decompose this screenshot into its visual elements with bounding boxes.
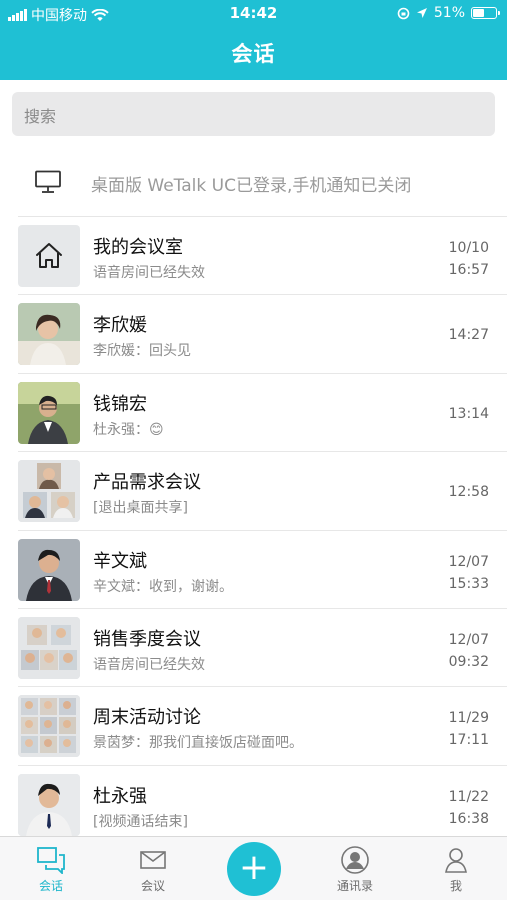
tab-label: 会议 — [140, 879, 165, 893]
conversation-time: 11/22 16:38 — [448, 788, 489, 827]
location-icon — [416, 8, 427, 18]
conversation-name: 产品需求会议 — [93, 472, 201, 494]
conversation-time: 14:27 — [448, 327, 489, 344]
tab-meetings[interactable]: 会议 — [118, 843, 188, 894]
status-bar: 中国移动 14:42 51% — [0, 0, 507, 28]
conversation-row[interactable]: 我的会议室 语音房间已经失效 10/10 16:57 — [18, 217, 507, 296]
group-avatar — [18, 695, 80, 758]
home-icon — [36, 243, 62, 268]
avatar — [18, 381, 80, 444]
conversation-row[interactable]: 产品需求会议 [退出桌面共享] 12:58 — [18, 452, 507, 531]
conversation-preview: 景茵梦：那我们直接饭店碰面吧。 — [93, 735, 303, 752]
avatar — [18, 773, 80, 836]
search-input[interactable]: 搜索 — [12, 92, 495, 136]
conversation-time: 10/10 16:57 — [448, 240, 489, 278]
monitor-icon — [35, 170, 61, 193]
conversation-name: 我的会议室 — [93, 237, 183, 258]
tab-me[interactable]: 我 — [421, 843, 491, 894]
conversation-preview: 辛文斌：收到，谢谢。 — [93, 578, 233, 595]
conversation-name: 钱锦宏 — [93, 393, 147, 415]
avatar — [18, 538, 80, 601]
conversation-preview: 语音房间已经失效 — [93, 265, 205, 281]
search-bar: 搜索 — [0, 80, 507, 146]
meeting-room-avatar — [18, 225, 80, 287]
conversation-name: 辛文斌 — [93, 550, 147, 572]
rotation-lock-icon — [397, 7, 410, 19]
page-title: 会话 — [231, 42, 276, 66]
conversation-time: 12/07 09:32 — [448, 631, 489, 670]
chat-icon — [37, 847, 65, 874]
conversation-preview: 李欣媛：回头见 — [93, 343, 191, 360]
conversation-name: 周末活动讨论 — [93, 707, 201, 729]
group-avatar — [18, 616, 80, 679]
notice-text: 桌面版 WeTalk UC已登录,手机通知已关闭 — [91, 176, 412, 196]
conversation-name: 杜永强 — [93, 785, 147, 807]
battery-icon — [471, 7, 500, 19]
conversation-list: 我的会议室 语音房间已经失效 10/10 16:57 李欣媛 李欣媛：回头见 14… — [0, 217, 507, 845]
conversation-preview: 杜永强：😊 — [93, 421, 164, 438]
conversation-time: 11/29 17:11 — [448, 710, 489, 749]
envelope-icon — [140, 851, 166, 869]
desktop-login-notice[interactable]: 桌面版 WeTalk UC已登录,手机通知已关闭 — [0, 146, 507, 216]
conversation-preview: 语音房间已经失效 — [93, 656, 205, 673]
profile-icon — [445, 848, 467, 873]
contacts-icon — [341, 846, 369, 874]
header: 中国移动 14:42 51% 会话 — [0, 0, 507, 80]
conversation-time: 12:58 — [448, 484, 489, 501]
conversation-row[interactable]: 辛文斌 辛文斌：收到，谢谢。 12/07 15:33 — [18, 531, 507, 609]
group-avatar — [18, 460, 80, 523]
add-button[interactable]: + — [227, 842, 281, 896]
avatar — [18, 303, 80, 366]
conversation-name: 销售季度会议 — [93, 628, 201, 650]
conversation-row[interactable]: 销售季度会议 语音房间已经失效 12/07 09:32 — [18, 609, 507, 688]
conversation-row[interactable]: 周末活动讨论 景茵梦：那我们直接饭店碰面吧。 11/29 17:11 — [18, 687, 507, 766]
conversation-time: 13:14 — [448, 405, 489, 422]
conversation-row[interactable]: 钱锦宏 杜永强：😊 13:14 — [18, 374, 507, 453]
conversation-row[interactable]: 李欣媛 李欣媛：回头见 14:27 — [18, 295, 507, 374]
conversation-name: 李欣媛 — [93, 315, 147, 337]
conversation-preview: [视频通话结束] — [93, 813, 188, 830]
battery-percent: 51% — [433, 5, 465, 21]
tab-label: 会话 — [38, 879, 63, 893]
conversation-preview: [退出桌面共享] — [93, 500, 188, 517]
conversation-row[interactable]: 杜永强 [视频通话结束] 11/22 16:38 — [18, 766, 507, 845]
tab-contacts[interactable]: 通讯录 — [320, 843, 390, 894]
tab-label: 我 — [449, 879, 462, 893]
tab-label: 通讯录 — [336, 879, 373, 893]
conversation-time: 12/07 15:33 — [448, 553, 489, 592]
tab-chats[interactable]: 会话 — [16, 843, 86, 894]
